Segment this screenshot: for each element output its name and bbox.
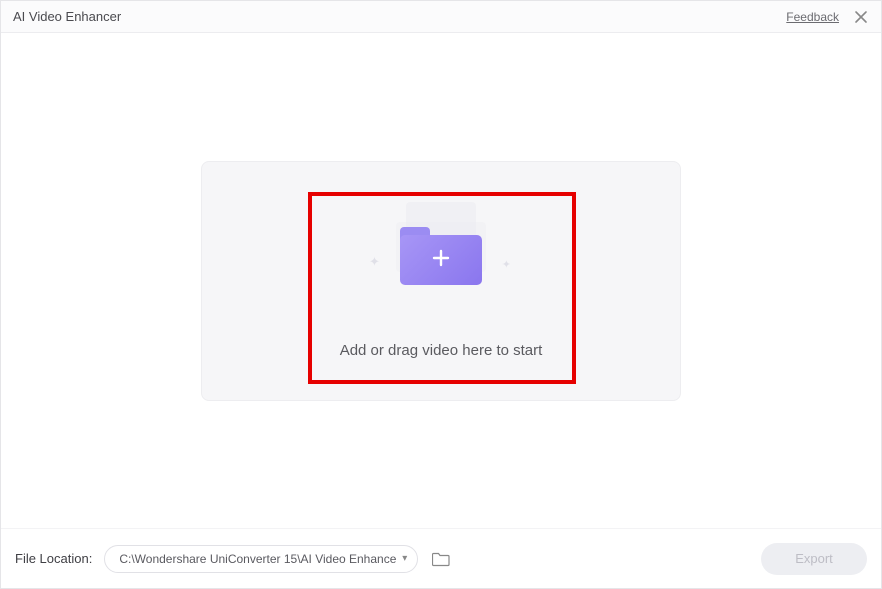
sparkle-icon: ✦ xyxy=(502,258,511,271)
dropzone[interactable]: ✦ ✦ Add or drag video here to start xyxy=(201,161,681,401)
titlebar: AI Video Enhancer Feedback xyxy=(1,1,881,33)
export-button[interactable]: Export xyxy=(761,543,867,575)
file-location-path: C:\Wondershare UniConverter 15\AI Video … xyxy=(119,552,402,566)
file-location-label: File Location: xyxy=(15,551,92,566)
feedback-link[interactable]: Feedback xyxy=(786,10,839,24)
browse-folder-button[interactable] xyxy=(432,551,450,567)
close-icon xyxy=(854,10,868,24)
app-title: AI Video Enhancer xyxy=(13,9,786,24)
folder-illustration: ✦ ✦ xyxy=(371,202,511,292)
folder-plus-icon xyxy=(400,227,482,285)
close-button[interactable] xyxy=(853,9,869,25)
content-area: ✦ ✦ Add or drag video here to start xyxy=(1,33,881,528)
footer: File Location: C:\Wondershare UniConvert… xyxy=(1,528,881,588)
folder-icon xyxy=(432,551,450,567)
file-location-select[interactable]: C:\Wondershare UniConverter 15\AI Video … xyxy=(104,545,418,573)
plus-icon xyxy=(432,249,450,271)
sparkle-icon: ✦ xyxy=(369,254,380,270)
chevron-down-icon: ▾ xyxy=(402,553,407,564)
export-label: Export xyxy=(795,551,833,566)
app-window: AI Video Enhancer Feedback ✦ ✦ xyxy=(0,0,882,589)
